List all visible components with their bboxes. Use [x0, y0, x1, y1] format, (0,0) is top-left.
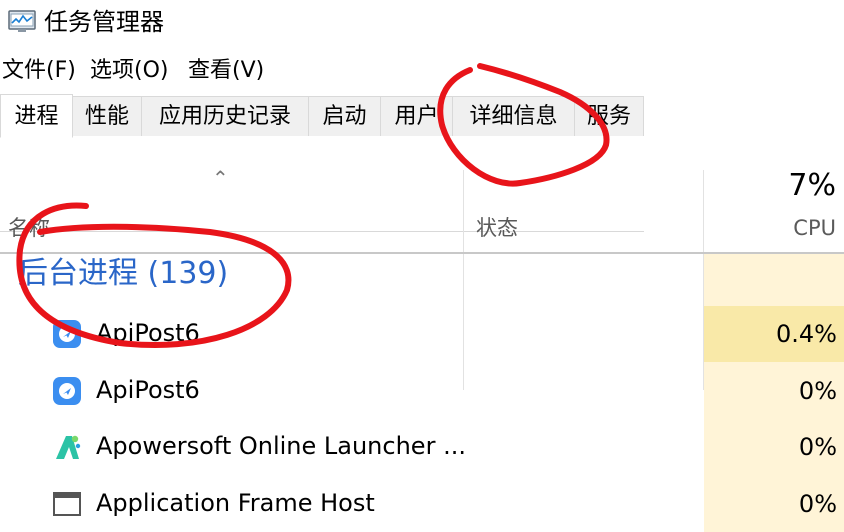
apipost-icon [53, 320, 81, 348]
tab-services[interactable]: 服务 [574, 96, 644, 136]
process-name: ApiPost6 [96, 319, 200, 347]
tab-bar: 进程 性能 应用历史记录 启动 用户 详细信息 服务 [0, 94, 844, 232]
tab-app-history[interactable]: 应用历史记录 [141, 96, 309, 136]
menu-file[interactable]: 文件(F) [2, 54, 76, 88]
apowersoft-icon [56, 435, 81, 459]
column-name[interactable]: 名称 [8, 214, 50, 242]
menu-options[interactable]: 选项(O) [90, 54, 168, 88]
tab-performance[interactable]: 性能 [72, 96, 142, 136]
process-name: Application Frame Host [96, 489, 375, 517]
process-name: ApiPost6 [96, 376, 200, 404]
apipost-icon [53, 377, 81, 405]
title-bar: 任务管理器 [0, 0, 844, 46]
menu-view[interactable]: 查看(V) [188, 54, 264, 88]
menu-bar: 文件(F) 选项(O) 查看(V) [0, 54, 844, 88]
window-title: 任务管理器 [44, 8, 164, 36]
task-manager-icon [8, 10, 36, 32]
tab-startup[interactable]: 启动 [308, 96, 381, 136]
sort-ascending-icon[interactable]: ⌃ [212, 168, 229, 188]
app-window-icon [53, 492, 81, 516]
process-cpu: 0% [704, 363, 844, 419]
cpu-total-percent[interactable]: 7% [788, 168, 836, 204]
process-cpu: 0.4% [704, 306, 844, 362]
column-status[interactable]: 状态 [476, 214, 518, 242]
tab-details[interactable]: 详细信息 [452, 96, 575, 136]
column-cpu[interactable]: CPU [793, 214, 836, 242]
process-row[interactable]: Apowersoft Online Launcher ... 0% [0, 419, 844, 475]
process-row[interactable]: ApiPost6 0% [0, 363, 844, 419]
process-row[interactable]: Application Frame Host 0% [0, 476, 844, 532]
group-background-processes[interactable]: 后台进程 (139) [18, 254, 228, 294]
process-name: Apowersoft Online Launcher ... [96, 432, 466, 460]
tab-processes[interactable]: 进程 [0, 94, 73, 138]
tab-bar-divider [0, 231, 644, 232]
process-cpu: 0% [704, 419, 844, 475]
process-cpu: 0% [704, 476, 844, 532]
tab-users[interactable]: 用户 [380, 96, 453, 136]
process-row[interactable]: ApiPost6 0.4% [0, 306, 844, 362]
